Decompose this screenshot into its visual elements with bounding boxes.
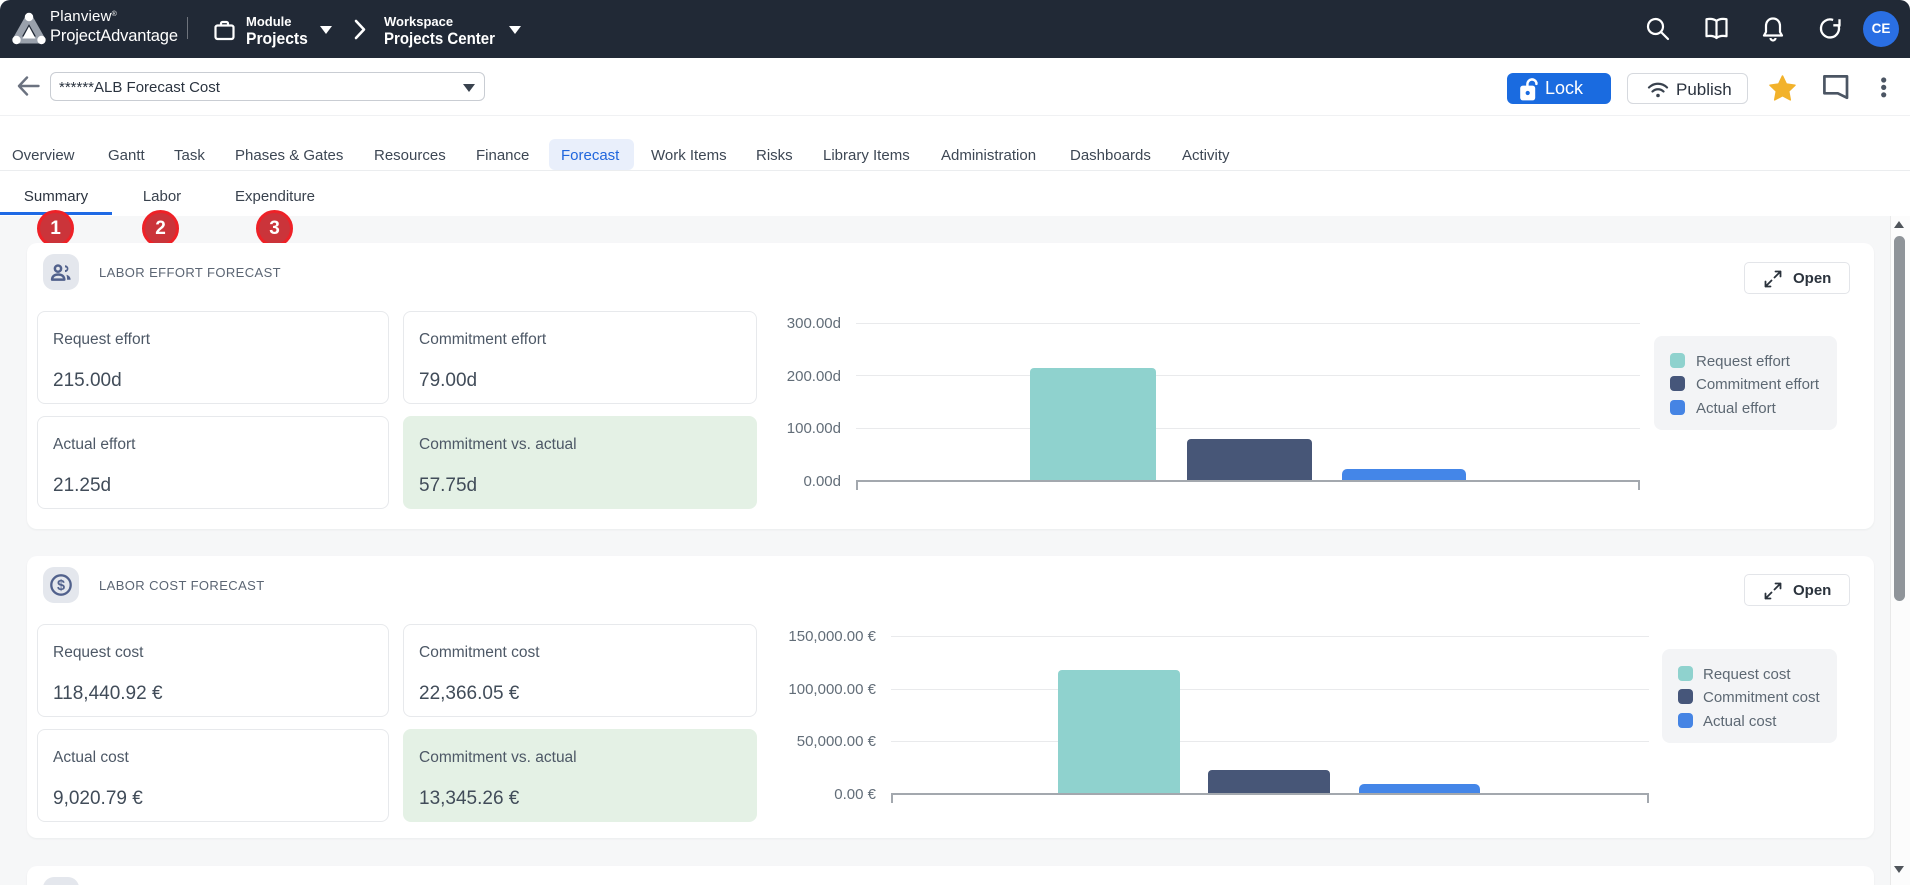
svg-text:$: $ [57,578,65,594]
